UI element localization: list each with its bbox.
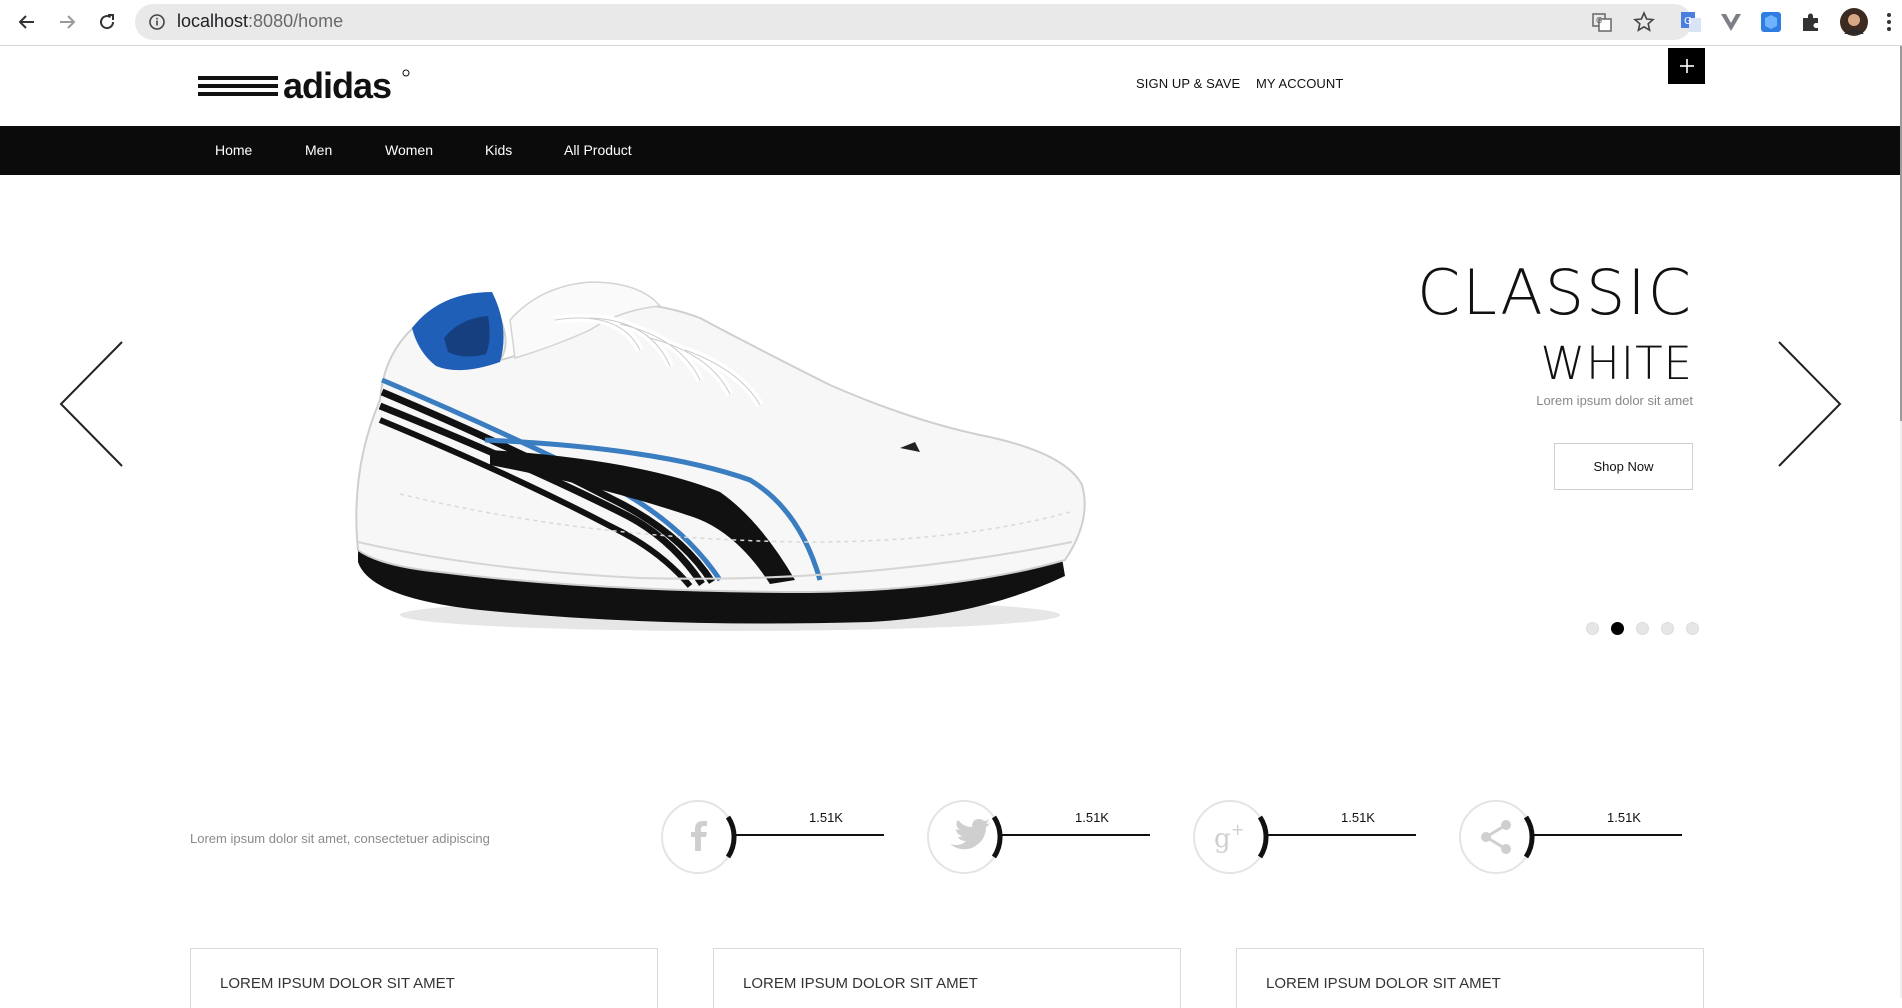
plus-icon xyxy=(1679,59,1694,73)
svg-text:+: + xyxy=(1231,820,1244,839)
hero-title-line2: WHITE xyxy=(1540,337,1693,390)
reload-button[interactable] xyxy=(93,8,121,36)
social-item-facebook[interactable]: 1.51K xyxy=(660,798,890,878)
social-divider-line xyxy=(1534,834,1682,836)
slider-next-arrow[interactable] xyxy=(1776,340,1843,468)
slider-dot-3[interactable] xyxy=(1636,622,1649,635)
social-item-google-plus[interactable]: g + 1.51K xyxy=(1192,798,1422,878)
facebook-icon[interactable] xyxy=(660,799,737,875)
hero-subtitle: Lorem ipsum dolor sit amet xyxy=(1536,393,1693,408)
social-item-share[interactable]: 1.51K xyxy=(1458,798,1688,878)
facebook-count: 1.51K xyxy=(809,810,843,825)
nav-item-home[interactable]: Home xyxy=(215,142,252,158)
extensions-puzzle-icon[interactable] xyxy=(1798,9,1824,35)
share-count: 1.51K xyxy=(1607,810,1641,825)
social-tagline: Lorem ipsum dolor sit amet, consectetuer… xyxy=(190,831,490,846)
twitter-icon[interactable] xyxy=(926,799,1003,875)
slider-prev-arrow[interactable] xyxy=(58,340,125,468)
svg-text:g: g xyxy=(1214,824,1231,854)
url-text[interactable]: localhost:8080/home xyxy=(177,11,343,32)
twitter-count: 1.51K xyxy=(1075,810,1109,825)
hero-shoe-image xyxy=(340,280,1110,640)
social-divider-line xyxy=(736,834,884,836)
profile-avatar[interactable] xyxy=(1839,7,1869,37)
site-info-icon[interactable] xyxy=(147,12,167,32)
google-plus-count: 1.51K xyxy=(1341,810,1375,825)
svg-text:G: G xyxy=(1684,16,1692,27)
social-item-twitter[interactable]: 1.51K xyxy=(926,798,1156,878)
url-path: :8080/home xyxy=(248,11,344,31)
translate-icon[interactable]: G xyxy=(1590,10,1614,34)
forward-button[interactable] xyxy=(53,8,81,36)
content-card-3[interactable]: LOREM IPSUM DOLOR SIT AMET xyxy=(1236,948,1704,1008)
shop-now-button[interactable]: Shop Now xyxy=(1554,443,1693,490)
hero-title-line1: CLASSIC xyxy=(1417,256,1693,329)
url-host: localhost xyxy=(177,11,249,31)
sign-up-save-link[interactable]: SIGN UP & SAVE xyxy=(1136,76,1240,91)
social-divider-line xyxy=(1002,834,1150,836)
slider-dot-4[interactable] xyxy=(1661,622,1674,635)
vue-devtools-icon[interactable] xyxy=(1718,9,1744,35)
logo-text: adidas xyxy=(283,68,391,104)
forward-arrow-icon xyxy=(60,15,76,29)
adidas-logo[interactable]: adidas xyxy=(198,65,413,106)
browser-menu-icon[interactable] xyxy=(1880,9,1898,35)
social-divider-line xyxy=(1268,834,1416,836)
chevron-left-icon xyxy=(59,341,123,467)
nav-item-men[interactable]: Men xyxy=(305,142,332,158)
google-plus-icon[interactable]: g + xyxy=(1192,799,1269,875)
main-navigation xyxy=(0,126,1900,175)
plus-button[interactable] xyxy=(1668,48,1705,84)
content-card-1[interactable]: LOREM IPSUM DOLOR SIT AMET xyxy=(190,948,658,1008)
my-account-link[interactable]: MY ACCOUNT xyxy=(1256,76,1343,91)
translate-extension-icon[interactable]: G xyxy=(1678,9,1704,35)
nav-item-all-product[interactable]: All Product xyxy=(564,142,632,158)
back-arrow-icon xyxy=(18,15,34,29)
slider-dot-5[interactable] xyxy=(1686,622,1699,635)
card-title: LOREM IPSUM DOLOR SIT AMET xyxy=(220,975,455,992)
address-bar[interactable]: localhost:8080/home G xyxy=(135,4,1692,40)
bookmark-star-icon[interactable] xyxy=(1632,10,1656,34)
nav-item-women[interactable]: Women xyxy=(385,142,433,158)
svg-text:G: G xyxy=(1596,16,1602,25)
content-card-2[interactable]: LOREM IPSUM DOLOR SIT AMET xyxy=(713,948,1181,1008)
share-icon[interactable] xyxy=(1458,799,1535,875)
slider-dot-2[interactable] xyxy=(1611,622,1624,635)
slider-dot-1[interactable] xyxy=(1586,622,1599,635)
card-title: LOREM IPSUM DOLOR SIT AMET xyxy=(1266,975,1501,992)
back-button[interactable] xyxy=(13,8,41,36)
reload-icon xyxy=(100,14,115,30)
chevron-right-icon xyxy=(1778,341,1842,467)
card-title: LOREM IPSUM DOLOR SIT AMET xyxy=(743,975,978,992)
blue-extension-icon[interactable] xyxy=(1758,9,1784,35)
nav-item-kids[interactable]: Kids xyxy=(485,142,512,158)
